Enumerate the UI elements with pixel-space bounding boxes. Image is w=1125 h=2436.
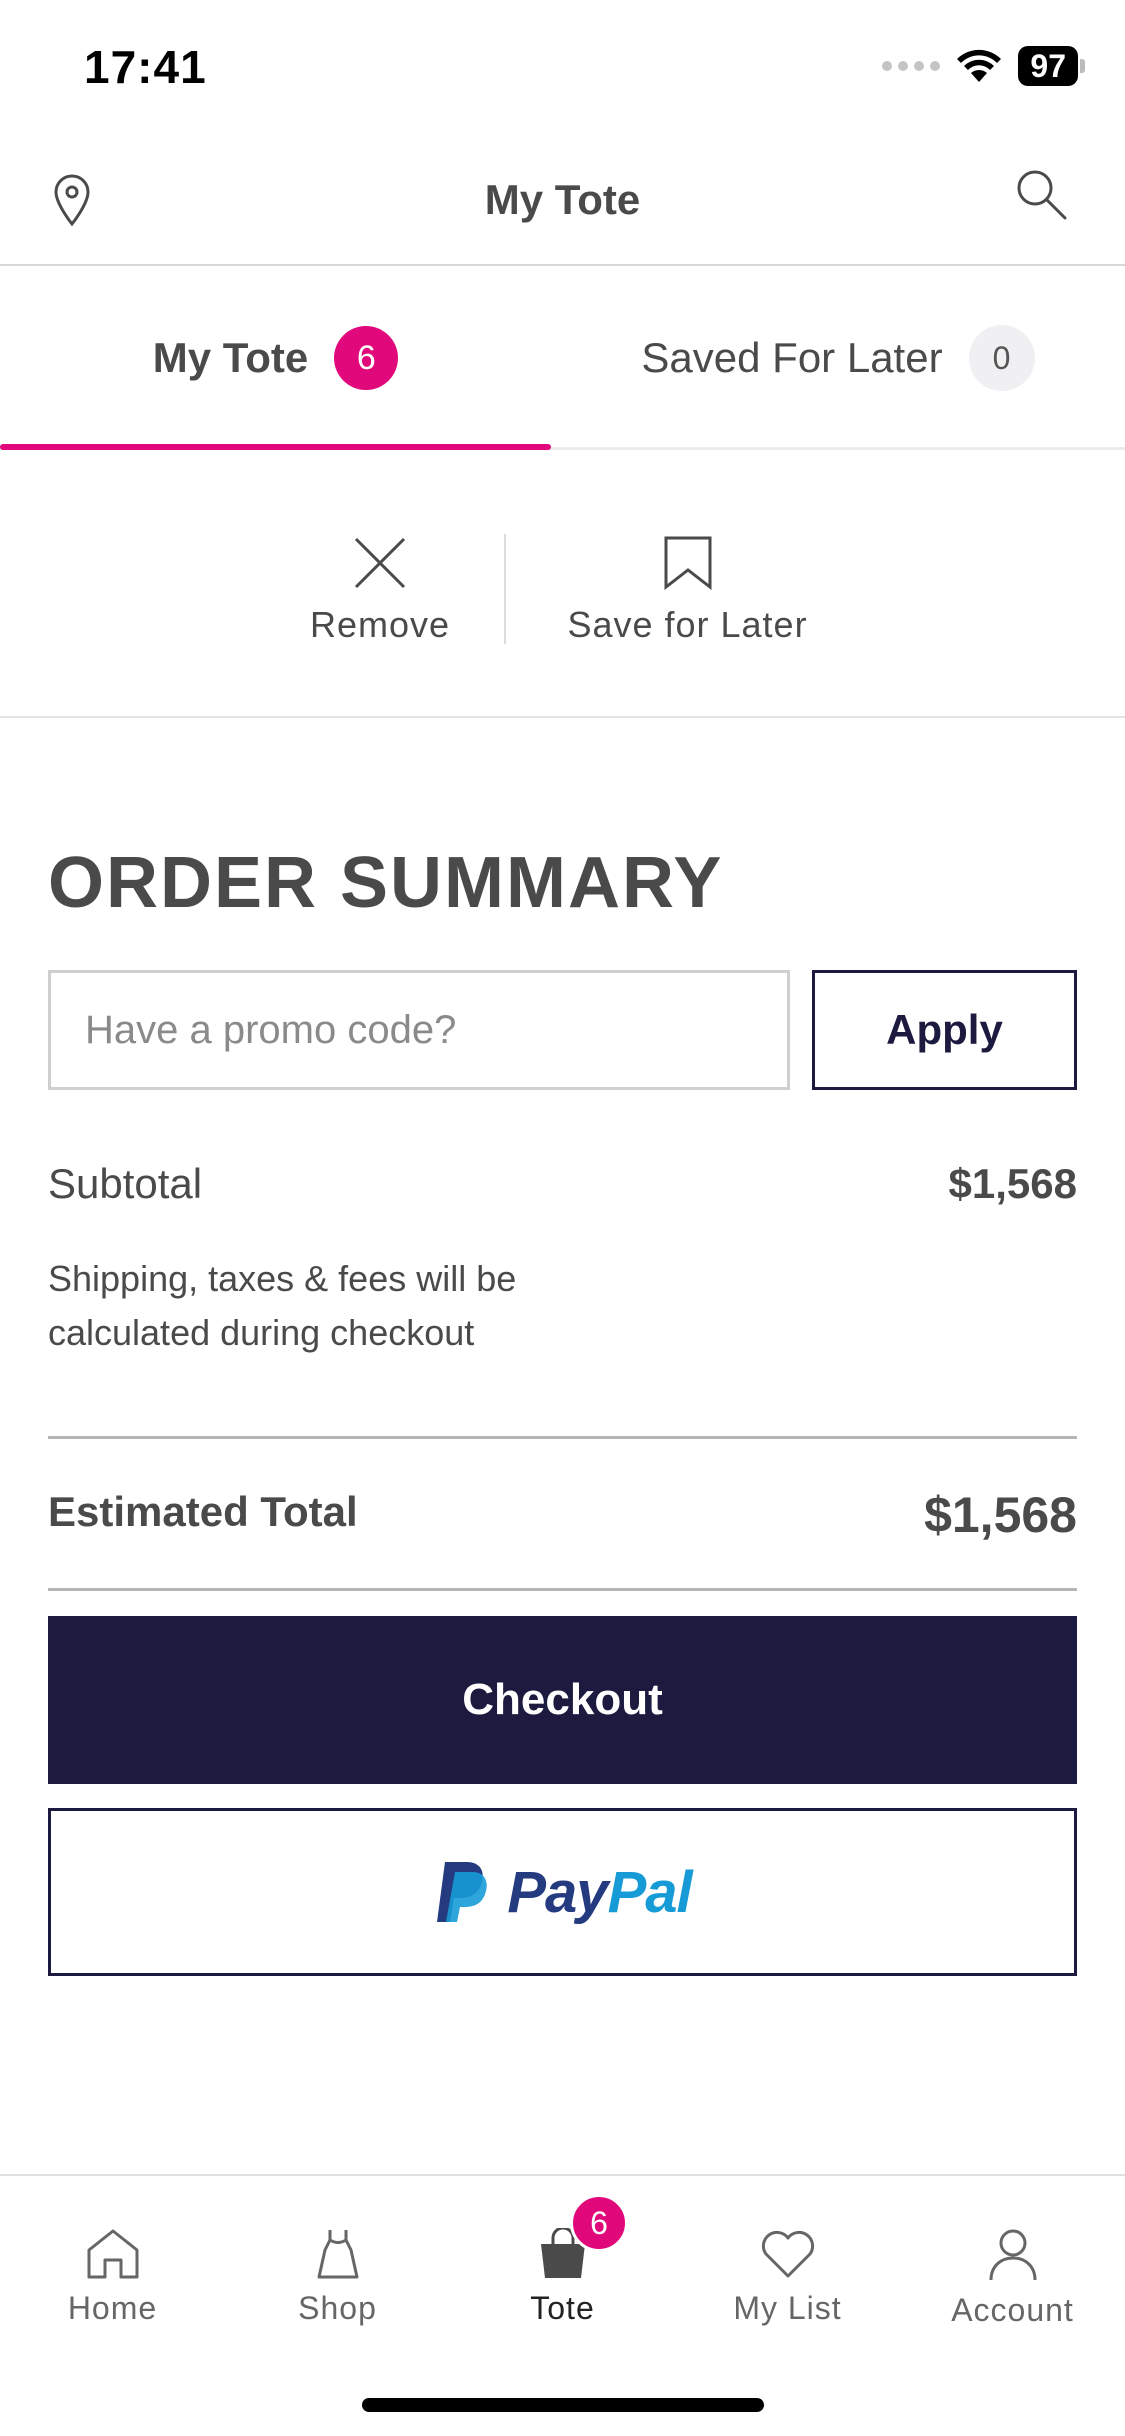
divider xyxy=(48,1588,1077,1591)
promo-code-input[interactable] xyxy=(48,970,790,1090)
bookmark-icon xyxy=(664,536,711,590)
paypal-button[interactable]: PayPal xyxy=(48,1808,1077,1976)
wifi-icon xyxy=(957,49,1002,82)
nav-label: My List xyxy=(733,2290,842,2326)
save-for-later-button[interactable]: Save for Later xyxy=(545,536,830,646)
tab-count-badge: 6 xyxy=(334,326,399,390)
close-icon xyxy=(354,537,406,589)
tab-label: My Tote xyxy=(152,334,309,381)
page-title: My Tote xyxy=(484,176,641,223)
status-time: 17:41 xyxy=(84,41,207,93)
subtotal-label: Subtotal xyxy=(48,1160,203,1207)
tote-tabs: My Tote 6 Saved For Later 0 xyxy=(0,266,1125,450)
remove-label: Remove xyxy=(309,604,451,645)
nav-label: Tote xyxy=(530,2290,595,2326)
tab-saved-for-later[interactable]: Saved For Later 0 xyxy=(551,266,1125,450)
status-bar: 17:41 97 xyxy=(0,0,1125,140)
dress-icon xyxy=(317,2230,358,2279)
cellular-signal-icon xyxy=(882,61,941,71)
search-icon[interactable] xyxy=(1013,166,1069,222)
estimated-total-label: Estimated Total xyxy=(48,1488,358,1535)
battery-level: 97 xyxy=(1018,46,1078,86)
top-header: My Tote xyxy=(0,140,1125,266)
nav-label: Account xyxy=(951,2292,1074,2328)
checkout-button[interactable]: Checkout xyxy=(48,1616,1077,1784)
paypal-pal-text: Pal xyxy=(607,1859,693,1925)
remove-button[interactable]: Remove xyxy=(300,536,460,646)
person-icon xyxy=(989,2229,1036,2281)
order-summary-title: ORDER SUMMARY xyxy=(48,843,724,923)
nav-label: Home xyxy=(67,2290,158,2326)
paypal-logo-icon xyxy=(437,1862,488,1922)
nav-item-my-list[interactable]: My List xyxy=(675,2228,900,2327)
tab-count-badge: 0 xyxy=(968,325,1035,391)
subtotal-value: $1,568 xyxy=(948,1160,1077,1207)
estimated-total-value: $1,568 xyxy=(924,1487,1077,1543)
bulk-action-bar: Remove Save for Later xyxy=(0,450,1125,718)
status-icons: 97 xyxy=(882,46,1085,86)
bottom-nav: Home Shop 6 Tote My List Account xyxy=(0,2174,1125,2436)
tote-count-badge: 6 xyxy=(570,2194,628,2252)
nav-item-home[interactable]: Home xyxy=(0,2228,225,2327)
nav-label: Shop xyxy=(298,2290,377,2326)
nav-item-account[interactable]: Account xyxy=(900,2228,1125,2329)
home-icon xyxy=(87,2229,138,2279)
tab-label: Saved For Later xyxy=(641,334,943,381)
divider xyxy=(48,1436,1077,1439)
apply-promo-button[interactable]: Apply xyxy=(812,970,1077,1090)
nav-item-tote[interactable]: 6 Tote xyxy=(450,2194,675,2327)
shipping-note: Shipping, taxes & fees will be calculate… xyxy=(48,1258,517,1353)
heart-icon xyxy=(761,2230,814,2278)
action-divider xyxy=(504,534,506,644)
nav-item-shop[interactable]: Shop xyxy=(225,2228,450,2327)
paypal-wordmark: PayPal xyxy=(507,1859,693,1926)
home-indicator xyxy=(362,2398,764,2412)
tab-my-tote[interactable]: My Tote 6 xyxy=(0,266,551,450)
paypal-pay-text: Pay xyxy=(507,1859,608,1925)
save-for-later-label: Save for Later xyxy=(567,604,808,645)
battery-icon: 97 xyxy=(1018,46,1085,86)
